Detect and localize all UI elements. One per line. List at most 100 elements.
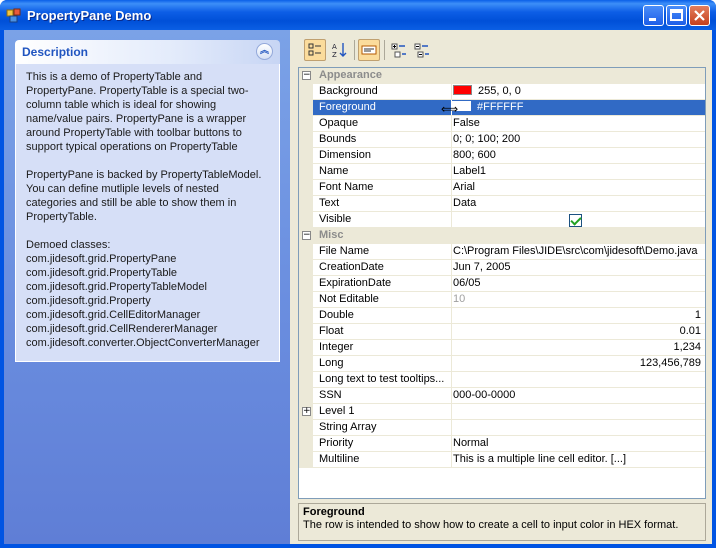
collapse-all-icon[interactable]: [411, 39, 433, 61]
app-icon: [6, 7, 22, 23]
table-row[interactable]: Visible: [299, 212, 705, 228]
table-row[interactable]: Name Label1: [299, 164, 705, 180]
category-label: Misc: [319, 229, 344, 241]
description-title: Description: [22, 45, 89, 59]
help-text: The row is intended to show how to creat…: [303, 519, 679, 531]
property-name: Not Editable: [319, 293, 379, 305]
categorized-view-icon[interactable]: [304, 39, 326, 61]
class-item: com.jidesoft.grid.PropertyTable: [26, 267, 178, 279]
property-value[interactable]: False: [453, 117, 701, 129]
category-label: Appearance: [319, 69, 382, 81]
table-row[interactable]: Dimension 800; 600: [299, 148, 705, 164]
minimize-button[interactable]: [643, 5, 664, 26]
table-row[interactable]: Text Data: [299, 196, 705, 212]
property-value[interactable]: 255, 0, 0: [453, 85, 701, 97]
property-value[interactable]: #FFFFFF: [452, 100, 705, 115]
table-row[interactable]: Integer 1,234: [299, 340, 705, 356]
property-name: Font Name: [319, 181, 374, 193]
description-paragraph: Demoed classes:: [26, 239, 111, 251]
property-value[interactable]: Normal: [453, 437, 701, 449]
table-row[interactable]: + Level 1: [299, 404, 705, 420]
table-row[interactable]: String Array: [299, 420, 705, 436]
property-pane: AZ − Appearance Background 255, 0, 0 For…: [298, 35, 708, 541]
close-button[interactable]: [689, 5, 710, 26]
splitter[interactable]: [290, 30, 298, 544]
title-bar[interactable]: PropertyPane Demo: [0, 0, 716, 30]
property-name: Visible: [319, 213, 352, 225]
class-item: com.jidesoft.grid.Property: [26, 295, 151, 307]
property-value[interactable]: Arial: [453, 181, 701, 193]
table-row[interactable]: Float 0.01: [299, 324, 705, 340]
help-title: Foreground: [303, 506, 365, 518]
property-value[interactable]: 800; 600: [453, 149, 701, 161]
property-name: Bounds: [319, 133, 357, 145]
show-description-icon[interactable]: [358, 39, 380, 61]
property-value[interactable]: 1: [453, 309, 701, 321]
expand-plus-icon[interactable]: +: [302, 407, 311, 416]
property-value[interactable]: 0.01: [453, 325, 701, 337]
property-name: Float: [319, 325, 344, 337]
table-row[interactable]: Opaque False: [299, 116, 705, 132]
property-name: SSN: [319, 389, 342, 401]
client-area: Description ︽ This is a demo of Property…: [4, 30, 712, 544]
property-value[interactable]: 1,234: [453, 341, 701, 353]
property-value[interactable]: Label1: [453, 165, 701, 177]
table-row[interactable]: Not Editable 10: [299, 292, 705, 308]
description-panel: Description ︽ This is a demo of Property…: [15, 40, 280, 362]
property-name: Name: [319, 165, 349, 177]
table-row[interactable]: File Name C:\Program Files\JIDE\src\com\…: [299, 244, 705, 260]
table-row-selected[interactable]: Foreground #FFFFFF ⟺: [299, 100, 705, 116]
property-table[interactable]: − Appearance Background 255, 0, 0 Foregr…: [298, 67, 706, 499]
property-value[interactable]: 000-00-0000: [453, 389, 701, 401]
category-row-misc[interactable]: − Misc: [299, 228, 705, 244]
description-header[interactable]: Description ︽: [15, 40, 280, 64]
property-name: Dimension: [319, 149, 371, 161]
toolbar-separator: [354, 40, 355, 60]
table-row[interactable]: Bounds 0; 0; 100; 200: [299, 132, 705, 148]
property-value[interactable]: 06/05: [453, 277, 701, 289]
class-item: com.jidesoft.grid.CellEditorManager: [26, 309, 201, 321]
property-name: Foreground: [313, 100, 451, 115]
sort-az-icon[interactable]: AZ: [328, 39, 350, 61]
left-panel: Description ︽ This is a demo of Property…: [4, 30, 290, 544]
table-row[interactable]: Double 1: [299, 308, 705, 324]
property-name: Background: [319, 85, 378, 97]
table-row[interactable]: Long 123,456,789: [299, 356, 705, 372]
property-value[interactable]: C:\Program Files\JIDE\src\com\jidesoft\D…: [453, 245, 701, 257]
color-swatch: [453, 85, 472, 95]
property-value[interactable]: 123,456,789: [453, 357, 701, 369]
class-item: com.jidesoft.grid.PropertyPane: [26, 253, 177, 265]
expand-all-icon[interactable]: [388, 39, 410, 61]
table-row[interactable]: ExpirationDate 06/05: [299, 276, 705, 292]
property-value[interactable]: This is a multiple line cell editor. [..…: [453, 453, 701, 465]
property-name: Level 1: [319, 405, 355, 417]
category-row-appearance[interactable]: − Appearance: [299, 68, 705, 84]
table-row[interactable]: Font Name Arial: [299, 180, 705, 196]
svg-text:Z: Z: [332, 51, 337, 59]
description-paragraph: This is a demo of PropertyTable and Prop…: [26, 71, 249, 153]
property-name: ExpirationDate: [319, 277, 392, 289]
app-window: PropertyPane Demo Description ︽ This is …: [0, 0, 716, 548]
collapse-minus-icon[interactable]: −: [302, 231, 311, 240]
property-value: 10: [453, 293, 466, 305]
property-name: Long: [319, 357, 344, 369]
property-value[interactable]: Data: [453, 197, 701, 209]
visible-checkbox[interactable]: [569, 214, 582, 227]
resize-cursor-icon: ⟺: [441, 102, 459, 116]
property-name: CreationDate: [319, 261, 384, 273]
toolbar-separator: [384, 40, 385, 60]
property-name: Multiline: [319, 453, 360, 465]
table-row[interactable]: Multiline This is a multiple line cell e…: [299, 452, 705, 468]
table-row[interactable]: Priority Normal: [299, 436, 705, 452]
collapse-chevron-up-icon[interactable]: ︽: [256, 43, 273, 60]
table-row[interactable]: CreationDate Jun 7, 2005: [299, 260, 705, 276]
property-value[interactable]: Jun 7, 2005: [453, 261, 701, 273]
maximize-button[interactable]: [666, 5, 687, 26]
collapse-minus-icon[interactable]: −: [302, 71, 311, 80]
property-value[interactable]: 0; 0; 100; 200: [453, 133, 701, 145]
svg-text:A: A: [332, 43, 337, 51]
table-row[interactable]: Long text to test tooltips...: [299, 372, 705, 388]
table-row[interactable]: SSN 000-00-0000: [299, 388, 705, 404]
property-name: Text: [319, 197, 340, 209]
table-row[interactable]: Background 255, 0, 0: [299, 84, 705, 100]
